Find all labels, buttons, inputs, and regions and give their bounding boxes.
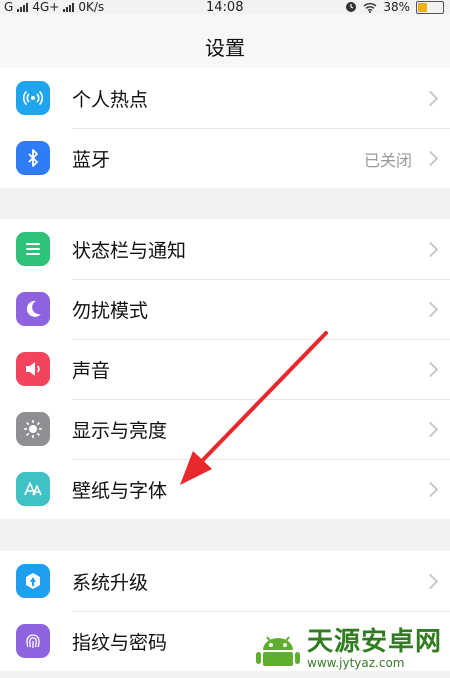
font-icon <box>16 472 50 506</box>
bluetooth-icon <box>16 141 50 175</box>
battery-icon <box>416 0 444 14</box>
carrier-label: G <box>4 0 14 14</box>
settings-item-label: 个人热点 <box>72 88 149 111</box>
signal-icon <box>17 2 29 12</box>
settings-item-label: 系统升级 <box>72 571 149 594</box>
signal-icon-2 <box>63 2 75 12</box>
settings-item-bluetooth[interactable]: 蓝牙 已关闭 <box>0 128 450 188</box>
settings-item-do-not-disturb[interactable]: 勿扰模式 <box>0 279 450 339</box>
chevron-right-icon <box>422 90 439 106</box>
sun-icon <box>16 412 50 446</box>
upgrade-icon <box>16 564 50 598</box>
watermark-url: www.jytyaz.com <box>307 656 405 670</box>
android-logo-icon <box>256 636 300 666</box>
status-right: 38% <box>345 0 444 14</box>
wifi-icon <box>363 2 377 13</box>
network-speed: 0K/s <box>78 0 105 14</box>
settings-item-label: 勿扰模式 <box>72 300 149 322</box>
settings-item-label: 指纹与密码 <box>72 632 168 654</box>
watermark-logo: 天源安卓网 www.jytyaz.com <box>255 624 447 674</box>
status-bar: G 4G+ 0K/s 14:08 38% <box>0 0 450 15</box>
chevron-right-icon <box>422 361 439 378</box>
speaker-icon <box>16 352 50 386</box>
settings-group-display: 状态栏与通知 勿扰模式 声音 显示与亮度 壁纸与字体 <box>0 219 450 519</box>
status-left: G 4G+ 0K/s <box>4 0 104 14</box>
settings-item-hotspot[interactable]: 个人热点 <box>0 68 450 128</box>
settings-item-label: 蓝牙 <box>72 149 111 171</box>
clock: 14:08 <box>206 0 244 15</box>
chevron-right-icon <box>422 481 439 498</box>
notification-icon <box>16 232 50 266</box>
hotspot-icon <box>16 81 50 115</box>
moon-icon <box>16 292 50 326</box>
settings-item-label: 状态栏与通知 <box>72 239 187 262</box>
watermark-name: 天源安卓网 <box>307 627 443 657</box>
settings-item-label: 壁纸与字体 <box>72 480 168 502</box>
page-title: 设置 <box>205 35 245 60</box>
network-label: 4G+ <box>32 0 60 14</box>
settings-item-wallpaper-font[interactable]: 壁纸与字体 <box>0 459 450 519</box>
chevron-right-icon <box>422 150 439 167</box>
settings-item-display-brightness[interactable]: 显示与亮度 <box>0 399 450 459</box>
settings-item-status-bar-notifications[interactable]: 状态栏与通知 <box>0 219 450 279</box>
settings-item-sound[interactable]: 声音 <box>0 339 450 399</box>
settings-group-connectivity: 个人热点 蓝牙 已关闭 <box>0 68 450 188</box>
settings-item-label: 声音 <box>72 360 111 382</box>
chevron-right-icon <box>422 421 439 438</box>
battery-percent: 38% <box>383 0 410 14</box>
settings-item-label: 显示与亮度 <box>72 420 168 442</box>
settings-item-system-upgrade[interactable]: 系统升级 <box>0 551 450 611</box>
chevron-right-icon <box>422 573 439 589</box>
bluetooth-status: 已关闭 <box>363 150 412 170</box>
chevron-right-icon <box>422 241 439 257</box>
fingerprint-icon <box>16 624 50 658</box>
chevron-right-icon <box>422 301 439 318</box>
alarm-icon <box>345 1 357 13</box>
